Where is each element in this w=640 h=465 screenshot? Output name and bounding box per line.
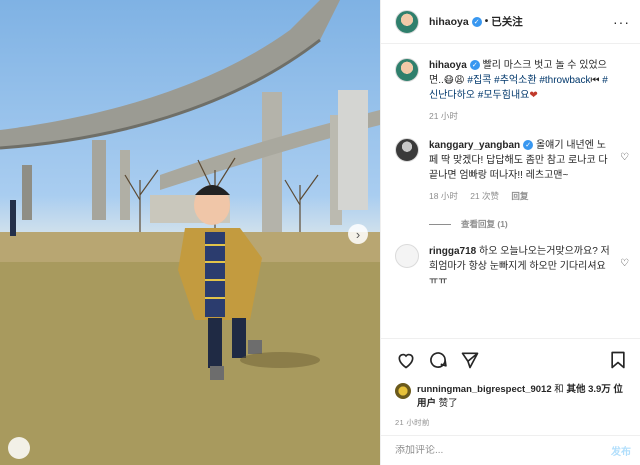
view-replies-button[interactable]: 查看回复 (1) — [429, 218, 631, 230]
caption: hihaoya ✓ 빨리 마스크 벗고 놀 수 있었으면..😷😩 #집콕 #추억소… — [395, 58, 631, 124]
post-photo[interactable]: › — [0, 0, 380, 465]
verified-icon: ✓ — [471, 16, 482, 27]
comment-like-icon[interactable]: ♡ — [620, 258, 629, 269]
likes-summary: runningman_bigrespect_9012 和 其他 3.9万 位用户… — [395, 383, 629, 411]
comment-item: kanggary_yangban ✓ 올얘기 내년엔 노페 딱 맞겠다! 답답해도… — [395, 138, 631, 204]
comment-meta: 18 小时 21 次赞 回复 — [429, 189, 614, 204]
comment-input[interactable] — [395, 445, 611, 456]
verified-icon: ✓ — [469, 60, 480, 71]
view-replies-label: 查看回复 (1) — [461, 219, 508, 229]
author-avatar[interactable] — [395, 9, 419, 34]
carousel-indicator — [8, 437, 30, 459]
caption-time[interactable]: 21 小时 — [429, 111, 458, 121]
photo-scene — [0, 0, 380, 465]
caption-username[interactable]: hihaoya — [429, 60, 467, 71]
next-photo-button[interactable]: › — [348, 224, 368, 244]
post-panel: hihaoya ✓ • 已关注 ··· hihaoya ✓ 빨리 마스크 벗고 놀… — [380, 0, 640, 465]
liker-username[interactable]: runningman_bigrespect_9012 — [417, 384, 552, 395]
replies-divider — [429, 223, 451, 225]
comment-body: ringga718 하오 오늘나오는거맞으까요? 저희엄마가 항상 눈빠지게 하… — [429, 244, 614, 289]
heart-emoji: ❤ — [529, 90, 538, 101]
more-icon[interactable]: ··· — [613, 14, 630, 30]
comment-icon[interactable] — [427, 349, 449, 371]
comment-likes[interactable]: 21 次赞 — [470, 191, 499, 201]
follow-status-button[interactable]: 已关注 — [491, 14, 523, 29]
reply-button[interactable]: 回复 — [511, 191, 528, 201]
verified-icon: ✓ — [523, 140, 534, 151]
caption-avatar[interactable] — [395, 58, 419, 82]
hashtag-link[interactable]: #모두힘내요 — [478, 90, 530, 101]
post-time[interactable]: 21 小时前 — [395, 417, 629, 428]
commenter-avatar[interactable] — [395, 244, 419, 268]
hashtag-link[interactable]: #추억소환 — [494, 75, 536, 86]
hashtag-link[interactable]: #throwback — [539, 75, 590, 86]
share-icon[interactable] — [459, 349, 481, 371]
comment-like-icon[interactable]: ♡ — [620, 152, 629, 163]
add-comment-bar: 发布 — [381, 435, 640, 465]
caption-emoji: 😷😩 — [443, 75, 465, 86]
action-icons — [395, 347, 629, 373]
liker-avatar[interactable] — [395, 383, 411, 399]
commenter-username[interactable]: ringga718 — [429, 246, 476, 257]
author-username[interactable]: hihaoya — [429, 16, 469, 28]
post-header: hihaoya ✓ • 已关注 ··· — [381, 0, 640, 44]
commenter-username[interactable]: kanggary_yangban — [429, 140, 520, 151]
instagram-post: › hihaoya ✓ • 已关注 ··· hihaoya ✓ 빨리 마스크 벗고… — [0, 0, 640, 465]
hashtag-link[interactable]: #집콕 — [467, 75, 491, 86]
caption-meta: 21 小时 — [429, 109, 614, 124]
separator-dot: • — [484, 16, 489, 27]
heart-icon[interactable] — [395, 349, 417, 371]
comment-body: kanggary_yangban ✓ 올얘기 내년엔 노페 딱 맞겠다! 답답해도… — [429, 138, 614, 204]
commenter-avatar[interactable] — [395, 138, 419, 162]
action-bar: runningman_bigrespect_9012 和 其他 3.9万 位用户… — [381, 338, 640, 428]
comment-item: ringga718 하오 오늘나오는거맞으까요? 저희엄마가 항상 눈빠지게 하… — [395, 244, 631, 289]
caption-emoji: ⏮ — [590, 75, 600, 86]
comment-time[interactable]: 18 小时 — [429, 191, 458, 201]
likes-suffix: 赞了 — [438, 398, 458, 409]
likes-connector: 和 — [554, 384, 564, 395]
post-comment-button[interactable]: 发布 — [611, 443, 631, 458]
caption-body: hihaoya ✓ 빨리 마스크 벗고 놀 수 있었으면..😷😩 #집콕 #추억소… — [429, 58, 614, 124]
bookmark-icon[interactable] — [607, 349, 629, 371]
likes-text: runningman_bigrespect_9012 和 其他 3.9万 位用户… — [417, 383, 629, 411]
comments-list[interactable]: hihaoya ✓ 빨리 마스크 벗고 놀 수 있었으면..😷😩 #집콕 #추억소… — [381, 44, 640, 338]
